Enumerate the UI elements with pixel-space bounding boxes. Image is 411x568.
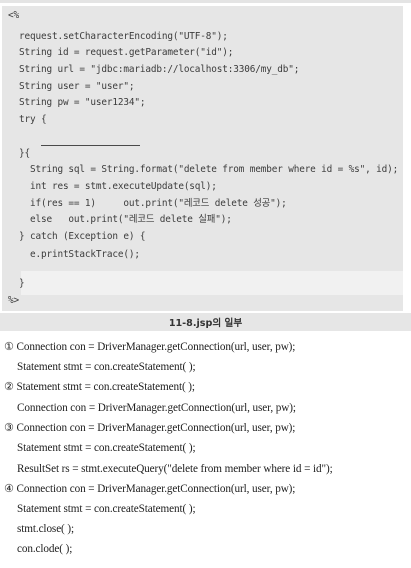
code-line: if(res == 1) out.print("레코드 delete 성공"); — [8, 198, 287, 209]
code-inner-block — [21, 271, 403, 295]
option-1: ① Connection con = DriverManager.getConn… — [4, 340, 295, 354]
code-line: } — [8, 278, 25, 289]
code-line: String id = request.getParameter("id"); — [8, 47, 234, 58]
option-marker: ② — [4, 380, 14, 393]
code-line: %> — [8, 295, 19, 306]
code-line: }{ — [8, 148, 30, 159]
code-line: else out.print("레코드 delete 실패"); — [8, 214, 232, 225]
option-line: Statement stmt = con.createStatement( ); — [16, 381, 195, 393]
option-line: Connection con = DriverManager.getConnec… — [16, 422, 296, 434]
code-line: <% — [8, 10, 19, 21]
code-line: String pw = "user1234"; — [8, 97, 146, 108]
option-line: Connection con = DriverManager.getConnec… — [16, 483, 296, 495]
code-line: String sql = String.format("delete from … — [8, 164, 399, 175]
option-2: ② Statement stmt = con.createStatement( … — [4, 380, 195, 394]
option-3: ③ Connection con = DriverManager.getConn… — [4, 421, 295, 435]
option-4: ④ Connection con = DriverManager.getConn… — [4, 482, 295, 496]
code-line: e.printStackTrace(); — [8, 249, 140, 260]
code-line: request.setCharacterEncoding("UTF-8"); — [8, 31, 228, 42]
option-marker: ③ — [4, 421, 14, 434]
code-line: int res = stmt.executeUpdate(sql); — [8, 181, 217, 192]
option-line: ResultSet rs = stmt.executeQuery("delete… — [17, 463, 333, 475]
top-divider — [0, 0, 411, 3]
option-line: Statement stmt = con.createStatement( ); — [17, 503, 196, 515]
option-marker: ① — [4, 340, 14, 353]
option-line: Connection con = DriverManager.getConnec… — [16, 341, 296, 353]
option-line: Connection con = DriverManager.getConnec… — [17, 402, 296, 414]
option-line: Statement stmt = con.createStatement( ); — [17, 442, 196, 454]
code-line: try { — [8, 114, 47, 125]
fill-in-blank — [41, 145, 140, 146]
code-line: String url = "jdbc:mariadb://localhost:3… — [8, 64, 300, 75]
figure-caption: 11-8.jsp의 일부 — [168, 318, 243, 329]
option-line: Statement stmt = con.createStatement( ); — [17, 361, 196, 373]
code-line: String user = "user"; — [8, 81, 135, 92]
option-line: con.clode( ); — [17, 543, 73, 555]
option-line: stmt.close( ); — [17, 523, 75, 535]
option-marker: ④ — [4, 482, 14, 495]
code-line: } catch (Exception e) { — [8, 231, 146, 242]
